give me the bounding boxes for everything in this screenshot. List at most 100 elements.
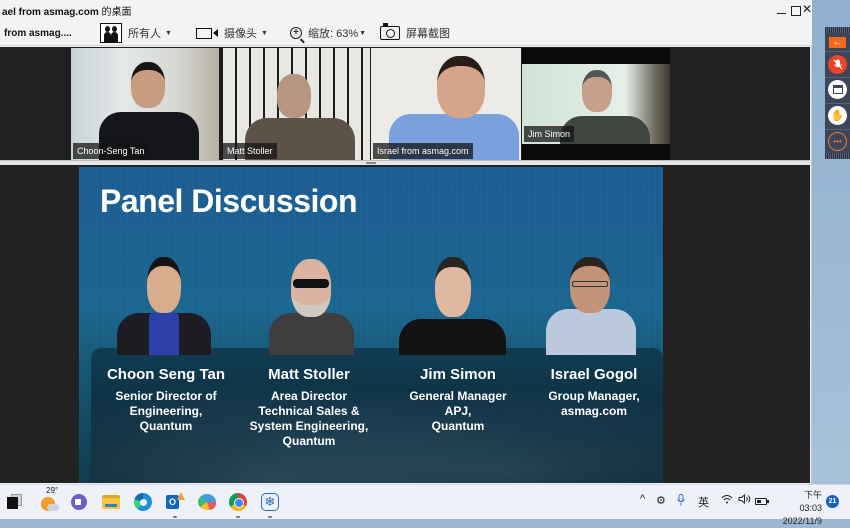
meeting-app[interactable]: ❄ <box>260 492 280 518</box>
drag-handle[interactable] <box>825 153 850 159</box>
speaker-role-line: Quantum <box>431 419 485 433</box>
task-view-button[interactable] <box>7 494 22 509</box>
speaker-photo <box>269 251 354 355</box>
speaker-role-line: Engineering, <box>129 404 203 418</box>
drag-handle[interactable] <box>825 27 850 33</box>
folder-icon <box>102 495 120 509</box>
chat-bubble-icon: ••• <box>833 137 842 146</box>
arrow-left-icon: ← <box>832 37 843 48</box>
camera-icon <box>196 27 218 39</box>
outlook-app[interactable]: O <box>165 492 185 518</box>
participant-figure <box>437 56 485 118</box>
speaker-name: Israel Gogol <box>550 366 638 383</box>
desktop: ael from asmag.com 的桌面 ✕ from asmag.... … <box>0 0 850 526</box>
battery-icon[interactable] <box>755 498 769 505</box>
divider <box>825 103 850 104</box>
video-tile[interactable]: Matt Stoller <box>221 48 370 160</box>
chat-button[interactable]: ••• <box>828 132 847 151</box>
speaker-photo <box>117 251 211 355</box>
camera-snapshot-icon <box>380 23 400 40</box>
raise-hand-button[interactable]: ✋ <box>828 106 847 125</box>
screenshot-label: 屏幕截图 <box>406 28 450 40</box>
meeting-control-panel: ← ✋ ••• <box>825 27 850 159</box>
audience-dropdown[interactable]: 所有人 ▼ <box>100 20 172 46</box>
host-name-label: from asmag.... <box>4 27 72 39</box>
file-explorer-app[interactable] <box>101 492 121 512</box>
speaker-role-line: System Engineering, <box>249 419 369 433</box>
video-tile[interactable]: Jim Simon <box>522 48 670 160</box>
shared-screen: Panel Discussion Choon Seng Tan Senior D… <box>0 165 810 483</box>
title-bar: ael from asmag.com 的桌面 ✕ <box>0 0 812 20</box>
warning-icon <box>177 492 185 500</box>
usb-icon[interactable]: ⚙ <box>656 494 666 507</box>
weather-widget[interactable]: 29° <box>39 486 59 512</box>
wifi-icon[interactable] <box>721 494 733 507</box>
speaker-role-line: Area Director <box>270 389 348 403</box>
speaker-photo <box>546 251 636 355</box>
paint-app[interactable] <box>197 492 217 512</box>
divider <box>825 51 850 52</box>
share-window-button[interactable] <box>828 80 847 99</box>
hand-icon: ✋ <box>830 110 845 122</box>
participant-figure <box>277 74 311 118</box>
video-strip: Choon-Seng Tan Matt Stoller Israel from … <box>0 47 810 160</box>
people-icon <box>100 23 122 43</box>
minimize-button[interactable] <box>776 2 788 16</box>
camera-dropdown[interactable]: 摄像头 ▼ <box>196 20 268 46</box>
window-icon <box>832 85 843 94</box>
audience-label: 所有人 <box>128 28 161 40</box>
paint-palette-icon <box>198 494 216 510</box>
edge-browser-app[interactable] <box>133 492 153 512</box>
video-tile[interactable]: Israel from asmag.com <box>371 48 521 160</box>
teams-chat-app[interactable] <box>69 492 89 512</box>
chevron-down-icon: ▼ <box>165 29 172 37</box>
speaker-card: Choon Seng Tan Senior Director of Engine… <box>91 366 241 434</box>
speaker-role-line: Quantum <box>282 434 336 448</box>
clock-time: 下午 03:03 <box>799 490 822 513</box>
speaker-role-line: asmag.com <box>560 404 628 418</box>
mute-microphone-button[interactable] <box>828 55 847 74</box>
show-hidden-icons-button[interactable]: ^ <box>640 493 645 505</box>
video-tile[interactable]: Choon-Seng Tan <box>71 48 219 160</box>
zoom-dropdown[interactable]: + 缩放: 63% ▼ <box>290 20 366 46</box>
speaker-role-line: Technical Sales & <box>258 404 360 418</box>
clock-date: 2022/11/9 <box>782 516 822 526</box>
divider <box>825 77 850 78</box>
teams-icon <box>71 494 87 510</box>
speaker-name: Matt Stoller <box>268 366 350 383</box>
input-method-indicator[interactable]: 英 <box>698 494 709 510</box>
speaker-role-line: Group Manager, <box>548 389 640 403</box>
zoom-in-icon: + <box>290 27 302 39</box>
speaker-name: Jim Simon <box>420 366 496 383</box>
volume-icon[interactable] <box>738 493 751 507</box>
grip-icon <box>366 162 376 164</box>
notification-badge[interactable]: 21 <box>826 495 839 508</box>
zoom-label: 缩放: 63% <box>308 28 359 40</box>
speaker-role-line: Quantum <box>139 419 193 433</box>
participant-name: Israel from asmag.com <box>373 143 473 159</box>
maximize-button[interactable] <box>789 2 801 16</box>
close-button[interactable]: ✕ <box>801 2 813 16</box>
weather-cloud-icon <box>47 504 59 511</box>
speaker-role-line: General Manager <box>409 389 507 403</box>
collapse-button[interactable]: ← <box>829 37 846 48</box>
mic-muted-icon <box>833 59 842 69</box>
participant-name: Jim Simon <box>524 126 575 142</box>
participant-figure <box>582 70 612 112</box>
participant-name: Choon-Seng Tan <box>73 143 149 159</box>
speaker-role-line: APJ, <box>444 404 472 418</box>
chevron-down-icon: ▼ <box>261 29 268 37</box>
clock[interactable]: 下午 03:03 2022/11/9 <box>780 489 822 528</box>
window-title-host: ael from asmag.com <box>2 7 99 18</box>
window-title: ael from asmag.com 的桌面 <box>2 3 132 18</box>
speaker-card: Matt Stoller Area Director Technical Sal… <box>234 366 384 449</box>
microphone-icon[interactable] <box>677 494 685 509</box>
remote-desktop-window: ael from asmag.com 的桌面 ✕ from asmag.... … <box>0 0 812 484</box>
screenshot-button[interactable]: 屏幕截图 <box>380 20 450 46</box>
window-title-suffix: 的桌面 <box>98 7 132 18</box>
snowflake-icon: ❄ <box>261 493 279 511</box>
chrome-browser-app[interactable] <box>228 492 248 518</box>
edge-icon <box>134 493 152 511</box>
taskbar: 29° O ❄ ^ ⚙ 英 下午 03:03 2022/11/9 21 <box>0 484 850 526</box>
speaker-card: Jim Simon General Manager APJ, Quantum <box>383 366 533 434</box>
